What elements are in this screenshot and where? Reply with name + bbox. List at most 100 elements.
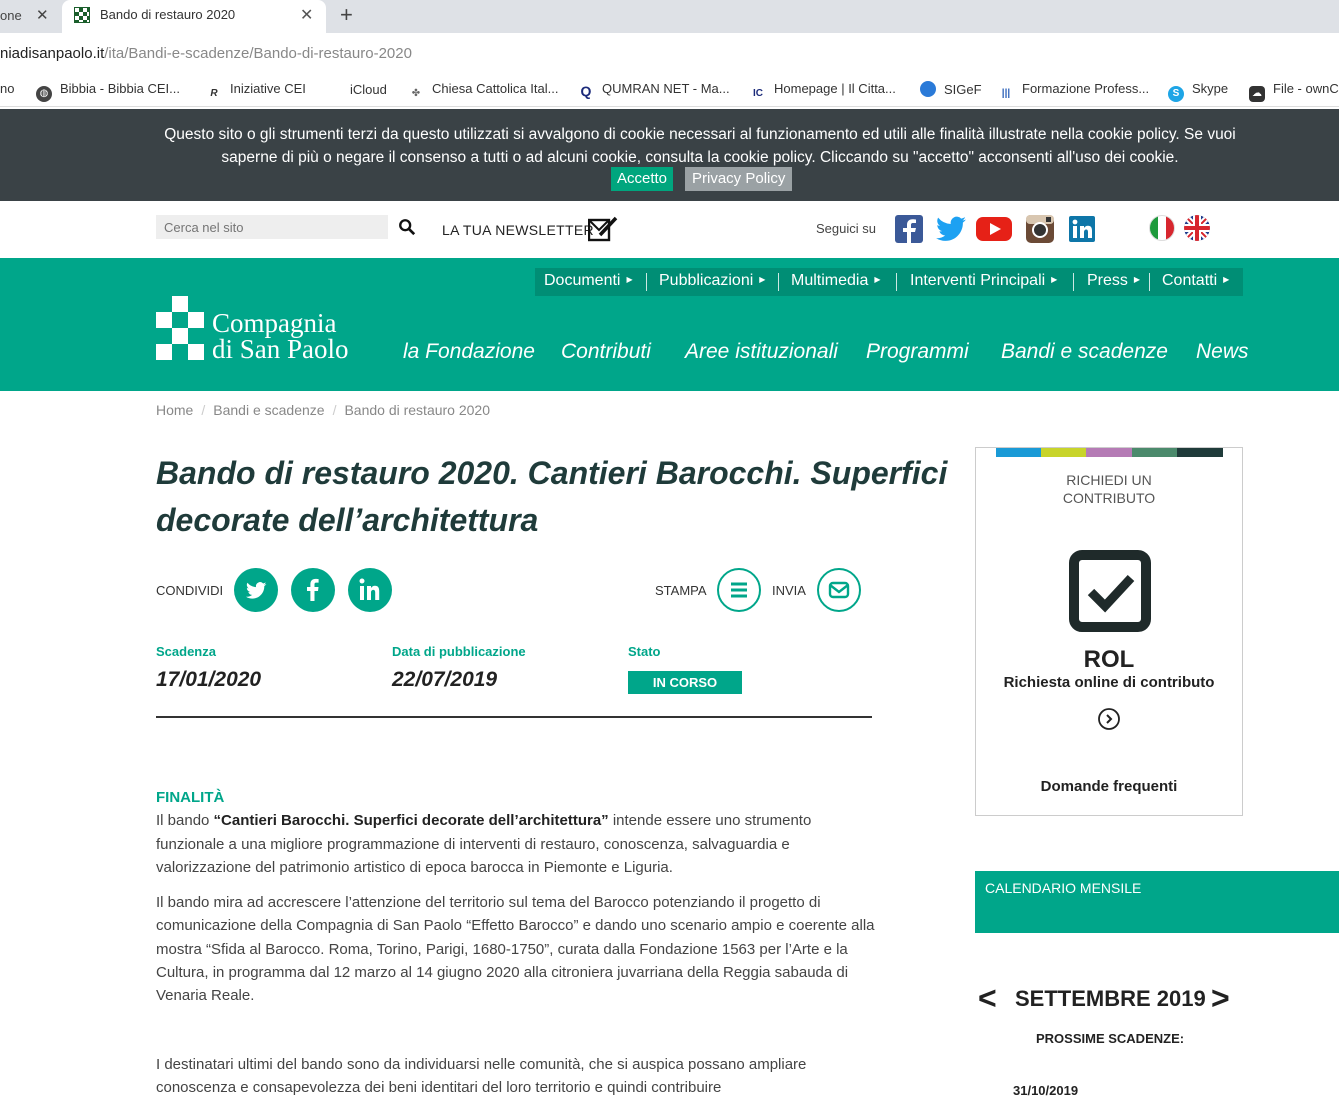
top-menu-pubblicazioni[interactable]: Pubblicazioni ▶ <box>659 272 765 290</box>
rol-subtitle-text: RICHIEDI UN CONTRIBUTO <box>1062 472 1156 506</box>
menu-divider <box>778 273 779 291</box>
bookmark-item[interactable]: IC Homepage | Il Citta... <box>750 81 896 102</box>
top-menu-label: Contatti <box>1162 272 1218 289</box>
color-stripe <box>1041 448 1086 457</box>
send-email-button[interactable] <box>817 568 861 612</box>
sigef-icon <box>920 81 936 97</box>
logo-text[interactable]: Compagnia di San Paolo <box>212 310 349 364</box>
top-menu-label: Interventi Principali <box>910 272 1046 289</box>
citta-icon: IC <box>750 86 766 102</box>
rol-subtitle[interactable]: RICHIEDI UN CONTRIBUTO <box>976 471 1242 507</box>
checkbox-icon[interactable] <box>1069 550 1151 632</box>
search-icon[interactable] <box>398 218 416 236</box>
bookmark-label: Iniziative CEI <box>230 81 306 96</box>
url-text[interactable]: niadisanpaolo.it/ita/Bandi-e-scadenze/Ba… <box>0 45 412 62</box>
print-button[interactable] <box>717 568 761 612</box>
calendar-header: CALENDARIO MENSILE <box>975 871 1339 933</box>
facebook-icon[interactable] <box>895 215 923 243</box>
newsletter-link[interactable]: LA TUA NEWSLETTER <box>442 222 594 238</box>
bookmark-label: File - ownC <box>1273 81 1339 96</box>
accept-cookies-button[interactable]: Accetto <box>611 167 674 191</box>
menu-divider <box>1149 273 1150 291</box>
bookmark-item[interactable]: iCloud <box>326 81 387 97</box>
new-tab-icon[interactable]: + <box>340 2 353 28</box>
bookmark-item[interactable]: ☁ File - ownC <box>1249 81 1339 102</box>
bookmark-item[interactable]: R Iniziative CEI <box>206 81 306 102</box>
paragraph-bold-text: “Cantieri Barocchi. Superfici decorate d… <box>213 812 609 830</box>
breadcrumb-home[interactable]: Home <box>156 402 193 418</box>
privacy-policy-button[interactable]: Privacy Policy <box>685 167 793 191</box>
newsletter-icon[interactable] <box>588 216 618 242</box>
close-tab-icon[interactable]: ✕ <box>300 5 313 25</box>
bookmark-item[interactable]: SIGeF <box>920 81 982 97</box>
menu-lines-icon <box>731 582 747 598</box>
chevron-right-icon[interactable]: > <box>1211 980 1230 1017</box>
tab-label: one <box>0 8 22 23</box>
published-value: 22/07/2019 <box>392 668 498 691</box>
play-circle-icon[interactable] <box>1097 707 1121 731</box>
caret-right-icon: ▶ <box>759 275 766 284</box>
browser-tab-active[interactable]: Bando di restauro 2020 ✕ <box>62 0 326 33</box>
chevron-left-icon[interactable]: < <box>978 980 997 1017</box>
close-tab-icon[interactable]: ✕ <box>36 6 49 24</box>
bookmark-label: Bibbia - Bibbia CEI... <box>60 81 180 96</box>
bookmark-item[interactable]: no <box>0 81 14 96</box>
skype-icon: S <box>1168 86 1184 102</box>
bookmark-label: no <box>0 81 15 96</box>
instagram-icon[interactable] <box>1026 215 1054 243</box>
chiesa-icon: ✤ <box>408 86 424 102</box>
rol-description[interactable]: Richiesta online di contributo <box>976 674 1242 691</box>
faq-link[interactable]: Domande frequenti <box>976 778 1242 795</box>
nav-contributi[interactable]: Contributi <box>561 340 651 364</box>
share-twitter-button[interactable] <box>234 568 278 612</box>
color-stripe <box>1132 448 1177 457</box>
url-path: /ita/Bandi-e-scadenze/Bando-di-restauro-… <box>104 45 412 62</box>
browser-tab-previous[interactable]: one ✕ <box>0 0 60 33</box>
twitter-icon[interactable] <box>936 215 966 243</box>
top-menu-documenti[interactable]: Documenti ▶ <box>544 272 633 290</box>
print-label[interactable]: STAMPA <box>655 583 707 598</box>
bookmark-item[interactable]: ✤ Chiesa Cattolica Ital... <box>408 81 558 102</box>
top-menu-contatti[interactable]: Contatti ▶ <box>1162 272 1229 290</box>
color-stripe <box>1086 448 1132 457</box>
status-label: Stato <box>628 644 661 659</box>
share-linkedin-button[interactable] <box>348 568 392 612</box>
send-label[interactable]: INVIA <box>772 583 806 598</box>
youtube-icon[interactable] <box>976 215 1012 243</box>
english-flag-icon[interactable] <box>1184 215 1210 241</box>
bookmark-item[interactable]: Q QUMRAN NET - Ma... <box>578 81 730 99</box>
bookmark-label: Formazione Profess... <box>1022 81 1150 96</box>
nav-news[interactable]: News <box>1196 340 1249 364</box>
bookmark-item[interactable]: ||| Formazione Profess... <box>998 81 1149 102</box>
linkedin-icon[interactable] <box>1069 215 1095 243</box>
logo-icon[interactable] <box>156 296 206 364</box>
italian-flag-icon[interactable] <box>1149 215 1175 241</box>
logo-line-2: di San Paolo <box>212 334 349 364</box>
bookmark-label: QUMRAN NET - Ma... <box>602 81 730 96</box>
top-menu-interventi[interactable]: Interventi Principali ▶ <box>910 272 1057 290</box>
top-menu-press[interactable]: Press ▶ <box>1087 272 1140 290</box>
next-deadline-date[interactable]: 31/10/2019 <box>1013 1083 1078 1098</box>
page-title: Bando di restauro 2020. Cantieri Barocch… <box>156 455 948 538</box>
bookmark-item[interactable]: S Skype <box>1168 81 1228 102</box>
bookmark-label: SIGeF <box>944 82 982 97</box>
share-facebook-button[interactable] <box>291 568 335 612</box>
caret-right-icon: ▶ <box>1133 275 1141 284</box>
breadcrumb-bandi[interactable]: Bandi e scadenze <box>213 402 324 418</box>
top-menu-multimedia[interactable]: Multimedia ▶ <box>791 272 881 290</box>
nav-aree-istituzionali[interactable]: Aree istituzionali <box>685 340 838 364</box>
bookmark-label: Chiesa Cattolica Ital... <box>432 81 559 96</box>
section-heading: FINALITÀ <box>156 789 225 806</box>
color-stripe <box>996 448 1041 457</box>
address-bar[interactable]: niadisanpaolo.it/ita/Bandi-e-scadenze/Ba… <box>0 33 1339 73</box>
menu-divider <box>1073 273 1074 291</box>
color-stripe <box>1177 448 1223 457</box>
paragraph: Il bando “Cantieri Barocchi. Superfici d… <box>156 809 876 879</box>
nav-programmi[interactable]: Programmi <box>866 340 969 364</box>
search-input[interactable] <box>156 215 388 239</box>
rol-title[interactable]: ROL <box>976 646 1242 674</box>
top-menu: Documenti ▶ Pubblicazioni ▶ Multimedia ▶ In… <box>535 268 1243 296</box>
nav-bandi-e-scadenze[interactable]: Bandi e scadenze <box>1001 340 1168 364</box>
nav-la-fondazione[interactable]: la Fondazione <box>403 340 535 364</box>
bookmark-item[interactable]: ◍ Bibbia - Bibbia CEI... <box>36 81 180 102</box>
